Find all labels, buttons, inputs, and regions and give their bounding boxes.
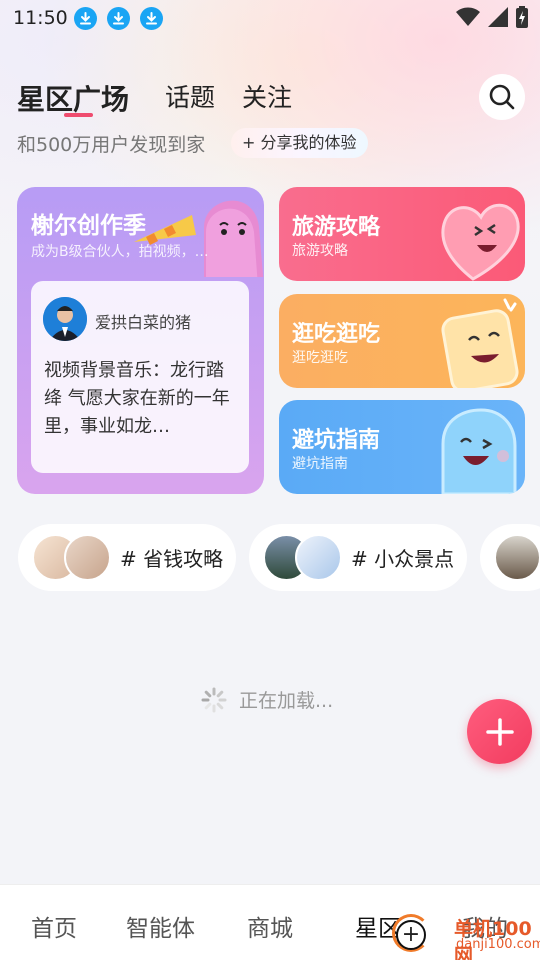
status-time: 11:50 bbox=[13, 7, 68, 29]
avatar bbox=[494, 534, 540, 581]
tab-following[interactable]: 关注 bbox=[242, 78, 292, 114]
download-icon bbox=[107, 7, 130, 30]
heart-mascot-icon bbox=[441, 203, 520, 281]
bread-mascot-icon bbox=[441, 298, 519, 388]
category-card-travel[interactable]: 旅游攻略 旅游攻略 bbox=[279, 187, 525, 281]
featured-subtitle: 成为B级合伙人，拍视频，… bbox=[31, 244, 209, 260]
wifi-icon bbox=[456, 7, 480, 26]
post-author[interactable]: 爱拱白菜的猪 bbox=[95, 309, 191, 333]
watermark: + 单机100网 danji100.com bbox=[392, 904, 540, 960]
topic-pill[interactable]: # 小众景点 bbox=[249, 524, 467, 591]
download-icon bbox=[74, 7, 97, 30]
category-title: 逛吃逛吃 bbox=[292, 322, 381, 347]
avatar bbox=[295, 534, 342, 581]
watermark-plus-icon: + bbox=[396, 920, 426, 950]
plus-icon bbox=[485, 717, 514, 746]
topic-avatars bbox=[494, 534, 540, 581]
battery-charging-icon bbox=[516, 6, 528, 28]
category-subtitle: 旅游攻略 bbox=[292, 243, 348, 259]
signal-icon bbox=[488, 7, 508, 27]
active-tab-indicator bbox=[64, 113, 93, 117]
post-text: 视频背景音乐：龙行踏绛 气愿大家在新的一年里，事业如龙… bbox=[44, 360, 230, 437]
topic-label: # 小众景点 bbox=[351, 547, 455, 571]
nav-home[interactable]: 首页 bbox=[31, 909, 77, 943]
featured-post[interactable]: 爱拱白菜的猪 视频背景音乐：龙行踏绛 气愿大家在新的一年里，事业如龙… bbox=[31, 281, 249, 473]
category-subtitle: 逛吃逛吃 bbox=[292, 350, 348, 366]
category-subtitle: 避坑指南 bbox=[292, 456, 348, 472]
ghost-mascot-icon bbox=[441, 408, 517, 494]
category-card-food[interactable]: 逛吃逛吃 逛吃逛吃 bbox=[279, 294, 525, 388]
loading-text: 正在加载... bbox=[239, 690, 334, 712]
avatar bbox=[64, 534, 111, 581]
category-card-pitfalls[interactable]: 避坑指南 避坑指南 bbox=[279, 400, 525, 494]
status-bar: 11:50 bbox=[0, 0, 540, 36]
share-experience-button[interactable]: + 分享我的体验 bbox=[231, 128, 368, 158]
header-subtitle: 和500万用户发现到家 bbox=[17, 134, 206, 156]
featured-creation-card[interactable]: 榭尔创作季 成为B级合伙人，拍视频，… 爱拱白菜的猪 视频背景音乐：龙行踏绛 气… bbox=[17, 187, 264, 494]
nav-mall[interactable]: 商城 bbox=[247, 909, 293, 943]
tab-topics[interactable]: 话题 bbox=[165, 78, 215, 114]
download-icon bbox=[140, 7, 163, 30]
topic-pill[interactable] bbox=[480, 524, 540, 591]
topic-avatars bbox=[32, 534, 112, 581]
create-post-button[interactable] bbox=[467, 699, 532, 764]
search-icon bbox=[489, 84, 515, 110]
topic-label: # 省钱攻略 bbox=[120, 547, 224, 571]
topic-pill[interactable]: # 省钱攻略 bbox=[18, 524, 236, 591]
loading-indicator: 正在加载... bbox=[201, 686, 333, 713]
nav-agents[interactable]: 智能体 bbox=[126, 909, 195, 943]
featured-title: 榭尔创作季 bbox=[31, 213, 146, 239]
avatar[interactable] bbox=[43, 297, 87, 341]
tab-star-plaza[interactable]: 星区广场 bbox=[17, 78, 129, 118]
worm-mascot-icon bbox=[134, 200, 264, 277]
category-title: 避坑指南 bbox=[292, 428, 381, 453]
search-button[interactable] bbox=[479, 74, 525, 120]
spinner-icon bbox=[201, 687, 227, 712]
topic-avatars bbox=[263, 534, 343, 581]
watermark-url: danji100.com bbox=[456, 937, 540, 952]
category-title: 旅游攻略 bbox=[292, 215, 381, 240]
